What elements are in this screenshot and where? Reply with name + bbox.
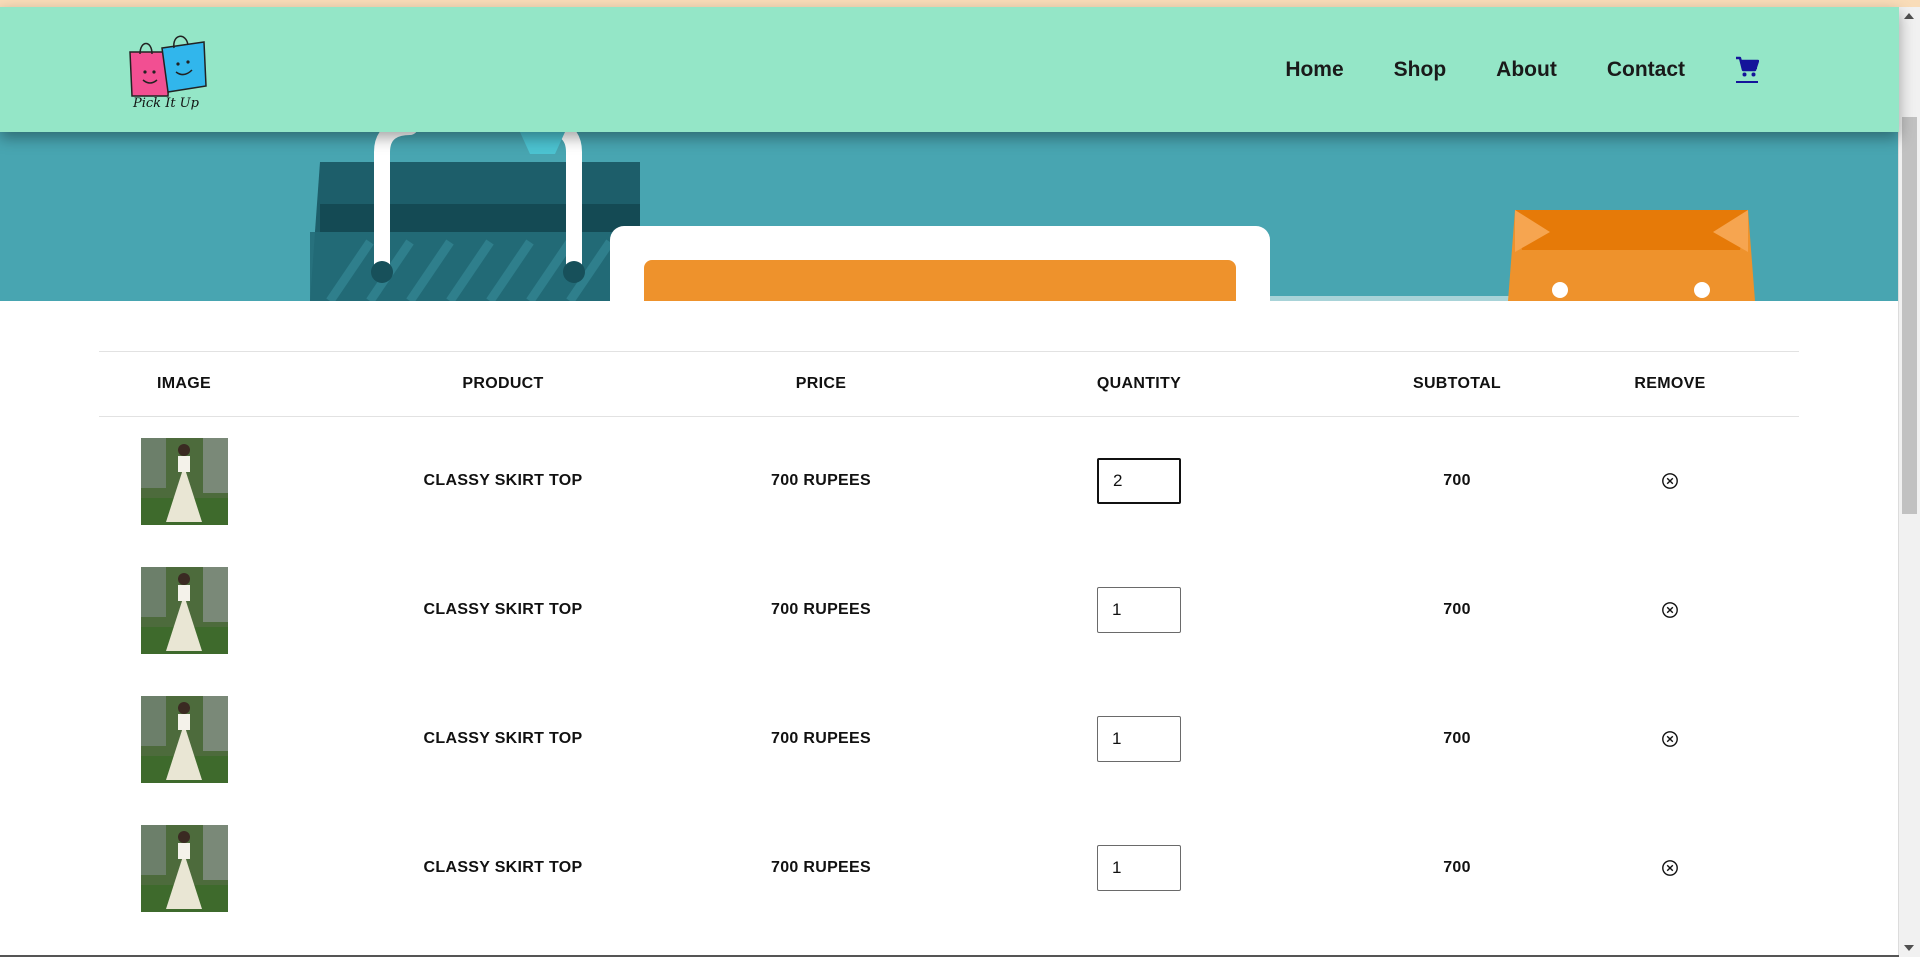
cart-link[interactable] [1735, 56, 1759, 83]
nav-contact[interactable]: Contact [1607, 58, 1685, 82]
top-strip [0, 0, 1920, 7]
scroll-up-arrow-icon[interactable] [1904, 13, 1914, 19]
product-subtotal: 700 [1443, 601, 1471, 618]
table-row: CLASSY SKIRT TOP 700 RUPEES 700 [99, 804, 1799, 933]
remove-circle-x-icon[interactable] [1661, 730, 1679, 748]
col-image: IMAGE [157, 375, 211, 392]
shopping-cart-icon [1736, 56, 1759, 77]
cart-table: IMAGE PRODUCT PRICE QUANTITY SUBTOTAL RE… [99, 351, 1799, 933]
vertical-scrollbar[interactable] [1898, 7, 1920, 957]
remove-circle-x-icon[interactable] [1661, 472, 1679, 490]
product-subtotal: 700 [1443, 730, 1471, 747]
nav-home[interactable]: Home [1285, 58, 1343, 82]
product-name: CLASSY SKIRT TOP [423, 859, 583, 876]
table-row: CLASSY SKIRT TOP 700 RUPEES 700 [99, 675, 1799, 804]
col-product: PRODUCT [462, 375, 544, 392]
shopping-bags-illustration [0, 132, 1899, 301]
product-photo-icon [140, 437, 228, 525]
quantity-stepper[interactable] [1097, 716, 1181, 762]
product-subtotal: 700 [1443, 859, 1471, 876]
remove-circle-x-icon[interactable] [1661, 859, 1679, 877]
cart-active-underline [1736, 81, 1758, 83]
product-name: CLASSY SKIRT TOP [423, 730, 583, 747]
table-row: CLASSY SKIRT TOP 700 RUPEES 700 [99, 546, 1799, 675]
col-remove: REMOVE [1634, 375, 1706, 392]
product-name: CLASSY SKIRT TOP [423, 472, 583, 490]
product-price: 700 RUPEES [771, 472, 871, 490]
product-photo-icon [140, 824, 228, 912]
shopping-bags-logo-icon [129, 35, 207, 97]
col-price: PRICE [795, 375, 847, 392]
quantity-stepper[interactable] [1097, 587, 1181, 633]
remove-circle-x-icon[interactable] [1661, 601, 1679, 619]
main-nav: Home Shop About Contact [1285, 7, 1759, 132]
col-subtotal: SUBTOTAL [1412, 375, 1502, 392]
logo-text: Pick It Up [133, 96, 199, 111]
table-row: CLASSY SKIRT TOP 700 RUPEES 700 [99, 417, 1799, 546]
quantity-stepper[interactable] [1097, 845, 1181, 891]
nav-about[interactable]: About [1496, 58, 1557, 82]
product-price: 700 RUPEES [771, 730, 871, 747]
quantity-stepper[interactable] [1097, 458, 1181, 505]
scroll-down-arrow-icon[interactable] [1904, 945, 1914, 951]
product-subtotal: 700 [1443, 472, 1471, 490]
navbar: Pick It Up Home Shop About Contact [0, 7, 1899, 132]
product-photo-icon [140, 566, 228, 654]
scrollbar-thumb[interactable] [1902, 117, 1917, 514]
product-name: CLASSY SKIRT TOP [423, 601, 583, 618]
product-price: 700 RUPEES [771, 859, 871, 876]
nav-shop[interactable]: Shop [1394, 58, 1447, 82]
product-photo-icon [140, 695, 228, 783]
col-quantity: QUANTITY [1096, 375, 1182, 392]
cart-table-header: IMAGE PRODUCT PRICE QUANTITY SUBTOTAL RE… [99, 351, 1799, 417]
product-price: 700 RUPEES [771, 601, 871, 618]
hero-banner [0, 132, 1899, 301]
